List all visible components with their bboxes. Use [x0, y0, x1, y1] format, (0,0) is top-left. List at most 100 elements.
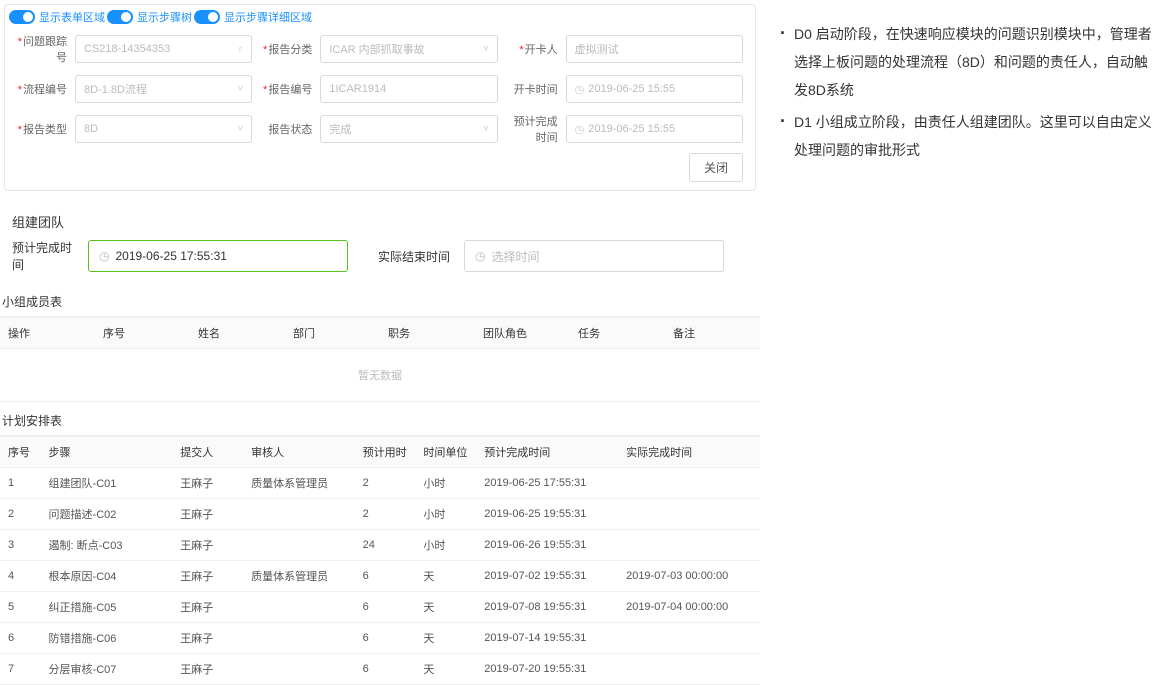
table-header: 职务	[380, 318, 475, 349]
table-header: 序号	[0, 437, 41, 468]
form-item: *流程编号8D-1.8D流程˅	[17, 75, 252, 103]
app-left-panel: 显示表单区域 显示步骤树 显示步骤详细区域 *问题跟踪号CS218-143543…	[0, 0, 760, 685]
form-label: *开卡人	[508, 41, 566, 57]
chevron-icon: ˅	[237, 84, 243, 95]
form-input[interactable]: 虚拟测试	[566, 35, 743, 63]
table-header: 姓名	[190, 318, 285, 349]
table-cell: 小时	[415, 530, 476, 561]
table-cell: 小时	[415, 499, 476, 530]
table-cell: 防错措施-C06	[41, 623, 173, 654]
table-cell	[618, 623, 760, 654]
clock-icon: ◷	[575, 83, 585, 96]
expected-time-value: 2019-06-25 17:55:31	[115, 249, 226, 263]
form-item: *报告分类 ICAR 内部抓取事故 ˅	[262, 33, 497, 65]
table-cell	[243, 654, 354, 685]
table-header: 操作	[0, 318, 95, 349]
chevron-icon: ˅	[483, 124, 489, 135]
plan-table-title: 计划安排表	[0, 402, 760, 435]
form-label: *问题跟踪号	[17, 33, 75, 65]
form-label: 开卡时间	[508, 81, 566, 97]
form-item: *开卡人虚拟测试	[508, 33, 743, 65]
table-cell: 质量体系管理员	[243, 561, 354, 592]
plan-table: 序号步骤提交人审核人预计用时时间单位预计完成时间实际完成时间 1组建团队-C01…	[0, 435, 760, 685]
form-value: ICAR 内部抓取事故	[329, 41, 424, 57]
form-item: *问题跟踪号CS218-14354353⌕	[17, 33, 252, 65]
table-cell: 1	[0, 468, 41, 499]
table-cell: 2	[355, 468, 416, 499]
table-cell: 王麻子	[172, 530, 243, 561]
members-table: 操作序号姓名部门职务团队角色任务备注 暂无数据	[0, 316, 760, 402]
notes-panel: D0 启动阶段，在快速响应模块的问题识别模块中，管理者选择上板问题的处理流程（8…	[760, 0, 1170, 685]
toggle-bar: 显示表单区域 显示步骤树 显示步骤详细区域	[5, 5, 755, 27]
table-cell	[618, 499, 760, 530]
table-cell: 组建团队-C01	[41, 468, 173, 499]
form-input[interactable]: 1ICAR1914	[320, 75, 497, 103]
form-item: 开卡时间◷2019-06-25 15:55	[508, 75, 743, 103]
table-row[interactable]: 1组建团队-C01王麻子质量体系管理员2小时2019-06-25 17:55:3…	[0, 468, 760, 499]
clock-icon: ◷	[475, 249, 485, 263]
form-value: 8D	[84, 123, 98, 135]
table-cell: 分层审核-C07	[41, 654, 173, 685]
table-cell: 天	[415, 654, 476, 685]
form-value: 8D-1.8D流程	[84, 81, 147, 97]
table-cell: 王麻子	[172, 468, 243, 499]
note-item: D1 小组成立阶段，由责任人组建团队。这里可以自由定义处理问题的审批形式	[780, 108, 1160, 164]
table-cell: 6	[355, 654, 416, 685]
table-cell: 6	[355, 561, 416, 592]
toggle-step-detail[interactable]: 显示步骤详细区域	[194, 9, 312, 25]
toggle-step-tree[interactable]: 显示步骤树	[107, 9, 192, 25]
table-row[interactable]: 4根本原因-C04王麻子质量体系管理员6天2019-07-02 19:55:31…	[0, 561, 760, 592]
table-row[interactable]: 2问题描述-C02王麻子2小时2019-06-25 19:55:31	[0, 499, 760, 530]
table-cell	[243, 530, 354, 561]
expected-time-label: 预计完成时间	[12, 239, 82, 273]
form-value: 虚拟测试	[575, 41, 619, 57]
form-input[interactable]: CS218-14354353⌕	[75, 35, 252, 63]
actual-time-label: 实际结束时间	[378, 248, 458, 265]
table-cell: 2	[0, 499, 41, 530]
table-cell: 2019-07-14 19:55:31	[476, 623, 618, 654]
table-header: 时间单位	[415, 437, 476, 468]
table-cell: 7	[0, 654, 41, 685]
table-header: 实际完成时间	[618, 437, 760, 468]
clock-icon: ◷	[575, 123, 585, 136]
table-header: 部门	[285, 318, 380, 349]
table-cell: 2	[355, 499, 416, 530]
form-input[interactable]: ◷2019-06-25 15:55	[566, 75, 743, 103]
form-label: *报告分类	[262, 41, 320, 57]
table-header: 预计用时	[355, 437, 416, 468]
form-input[interactable]: ICAR 内部抓取事故 ˅	[320, 35, 497, 63]
table-cell: 王麻子	[172, 499, 243, 530]
form-footer: 关闭	[5, 149, 755, 182]
table-cell: 4	[0, 561, 41, 592]
form-item: 报告状态完成˅	[262, 113, 497, 145]
form-input[interactable]: 8D-1.8D流程 ˅	[75, 75, 252, 103]
toggle-form-area[interactable]: 显示表单区域	[9, 9, 105, 25]
form-input[interactable]: ◷2019-06-25 15:55	[566, 115, 743, 143]
actual-time-placeholder: 选择时间	[491, 248, 539, 265]
chevron-icon: ˅	[483, 44, 489, 55]
table-cell: 2019-06-26 19:55:31	[476, 530, 618, 561]
table-cell: 2019-06-25 17:55:31	[476, 468, 618, 499]
table-cell: 2019-07-03 00:00:00	[618, 561, 760, 592]
table-row[interactable]: 3遏制: 断点-C03王麻子24小时2019-06-26 19:55:31	[0, 530, 760, 561]
form-card: 显示表单区域 显示步骤树 显示步骤详细区域 *问题跟踪号CS218-143543…	[4, 4, 756, 191]
expected-time-input[interactable]: ◷ 2019-06-25 17:55:31	[88, 240, 348, 272]
form-input[interactable]: 完成˅	[320, 115, 497, 143]
form-value: 2019-06-25 15:55	[588, 123, 675, 135]
table-cell	[618, 468, 760, 499]
table-row[interactable]: 7分层审核-C07王麻子6天2019-07-20 19:55:31	[0, 654, 760, 685]
table-cell: 王麻子	[172, 654, 243, 685]
table-cell: 天	[415, 623, 476, 654]
table-cell: 6	[0, 623, 41, 654]
table-row[interactable]: 6防错措施-C06王麻子6天2019-07-14 19:55:31	[0, 623, 760, 654]
form-item: 预计完成时间◷2019-06-25 15:55	[508, 113, 743, 145]
table-cell: 2019-07-02 19:55:31	[476, 561, 618, 592]
actual-time-input[interactable]: ◷ 选择时间	[464, 240, 724, 272]
table-cell: 天	[415, 561, 476, 592]
team-time-row: 预计完成时间 ◷ 2019-06-25 17:55:31 实际结束时间 ◷ 选择…	[0, 239, 760, 283]
close-button[interactable]: 关闭	[689, 153, 743, 182]
table-header: 任务	[570, 318, 665, 349]
table-header: 预计完成时间	[476, 437, 618, 468]
clock-icon: ◷	[99, 249, 109, 263]
form-input[interactable]: 8D˅	[75, 115, 252, 143]
